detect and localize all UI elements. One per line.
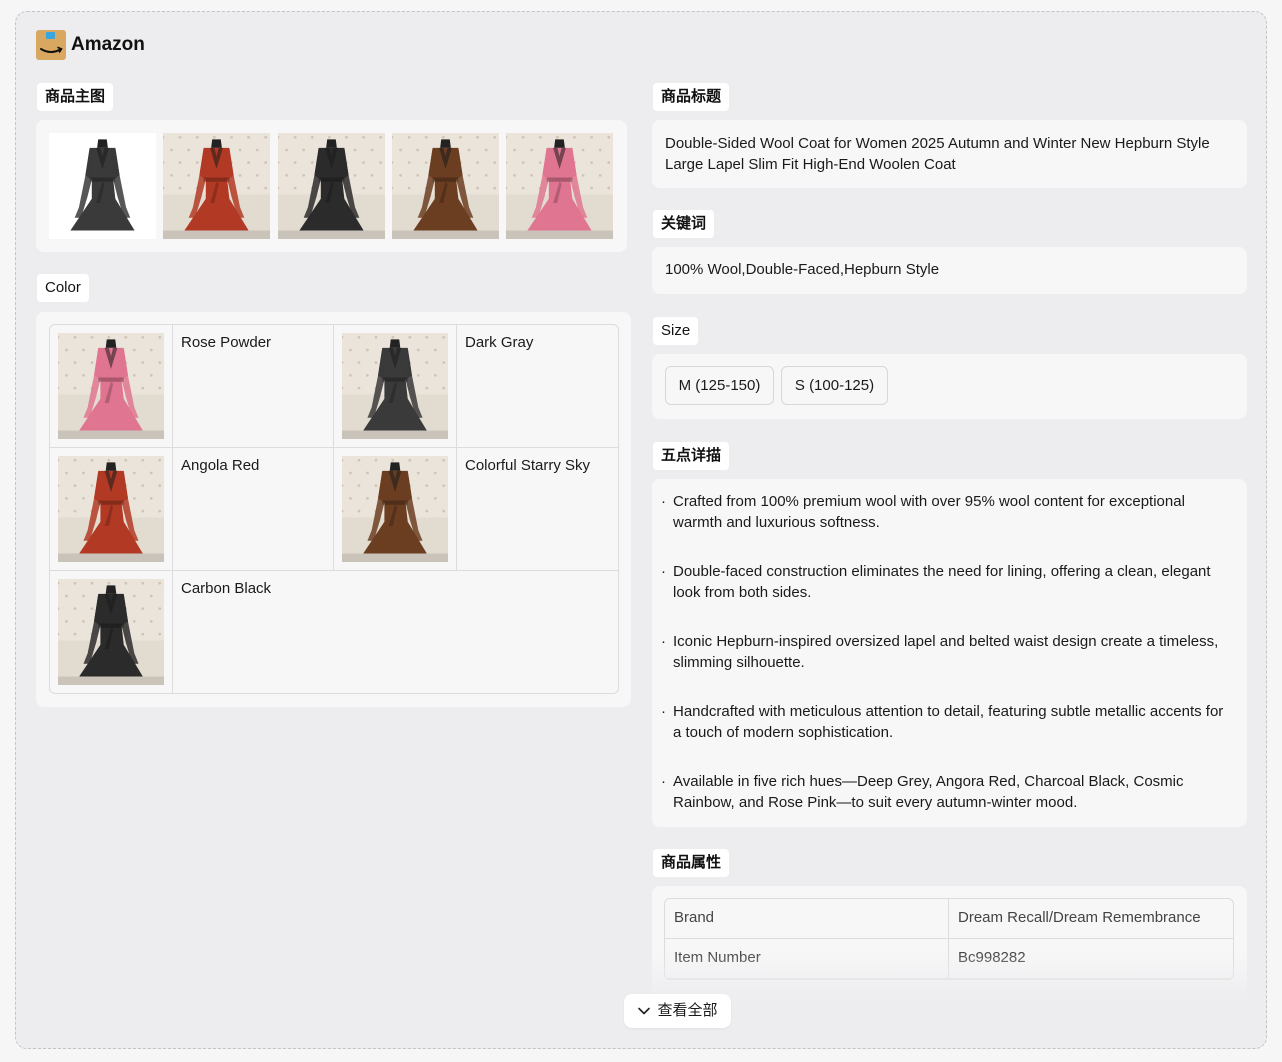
- section-label-main-images: 商品主图: [37, 83, 114, 111]
- attribute-value: Dream Recall/Dream Remembrance: [958, 909, 1201, 926]
- main-image-thumb[interactable]: [163, 133, 270, 239]
- main-image-thumb[interactable]: [49, 133, 156, 239]
- color-name: Angola Red: [173, 448, 334, 570]
- color-table: Rose Powder Dark Gray Angola Red Colorfu…: [49, 324, 619, 694]
- bullet-point: · Handcrafted with meticulous attention t…: [661, 703, 1224, 741]
- chevron-down-icon: [638, 1007, 651, 1015]
- color-variants-card: Rose Powder Dark Gray Angola Red Colorfu…: [36, 312, 631, 707]
- main-image-thumb[interactable]: [506, 133, 613, 239]
- bullet-point: · Double-faced construction eliminates th…: [661, 563, 1211, 601]
- attribute-key: Brand: [665, 899, 949, 938]
- table-row: Angola Red Colorful Starry Sky: [50, 448, 618, 571]
- main-image-thumb[interactable]: [278, 133, 385, 239]
- keywords-text: 100% Wool,Double-Faced,Hepburn Style: [652, 247, 1247, 294]
- color-swatch-image[interactable]: [342, 456, 448, 562]
- main-image-thumb[interactable]: [392, 133, 499, 239]
- color-name: Colorful Starry Sky: [465, 457, 591, 474]
- view-all-button[interactable]: 查看全部: [624, 994, 731, 1028]
- table-row: Carbon Black: [50, 571, 618, 693]
- color-name: Dark Gray: [465, 334, 534, 351]
- product-detail-panel: Amazon 商品主图 Color Rose Powder Dark Gray …: [15, 11, 1267, 1049]
- section-label-bullets: 五点详描: [653, 442, 730, 470]
- section-label-attributes: 商品属性: [653, 849, 730, 877]
- color-name: Carbon Black: [181, 580, 272, 597]
- table-row: Brand Dream Recall/Dream Remembrance: [665, 899, 1233, 939]
- section-label-color: Color: [37, 274, 89, 302]
- size-options-card: M (125-150) S (100-125): [652, 354, 1247, 419]
- size-option-s[interactable]: S (100-125): [781, 366, 888, 405]
- color-swatch-image[interactable]: [58, 333, 164, 439]
- section-label-keywords: 关键词: [653, 210, 715, 238]
- brand-name: Amazon: [71, 34, 145, 55]
- color-name: Rose Powder: [173, 325, 334, 447]
- bullet-point: · Crafted from 100% premium wool with ove…: [661, 493, 1185, 531]
- size-option-m[interactable]: M (125-150): [665, 366, 774, 405]
- color-swatch-image[interactable]: [58, 579, 164, 685]
- main-images-card: [36, 120, 627, 252]
- section-label-title: 商品标题: [653, 83, 730, 111]
- product-title: Double-Sided Wool Coat for Women 2025 Au…: [652, 120, 1247, 188]
- bullet-point: · Iconic Hepburn-inspired oversized lapel…: [661, 633, 1219, 671]
- color-swatch-image[interactable]: [58, 456, 164, 562]
- amazon-box-icon: [36, 30, 66, 60]
- section-label-size: Size: [653, 317, 699, 345]
- bullet-point: · Available in five rich hues—Deep Grey, …: [661, 773, 1184, 811]
- bullet-points-card: · Crafted from 100% premium wool with ove…: [652, 479, 1247, 827]
- view-all-label: 查看全部: [657, 1002, 718, 1019]
- color-swatch-image[interactable]: [342, 333, 448, 439]
- table-row: Rose Powder Dark Gray: [50, 325, 618, 448]
- brand-header: Amazon: [36, 30, 145, 60]
